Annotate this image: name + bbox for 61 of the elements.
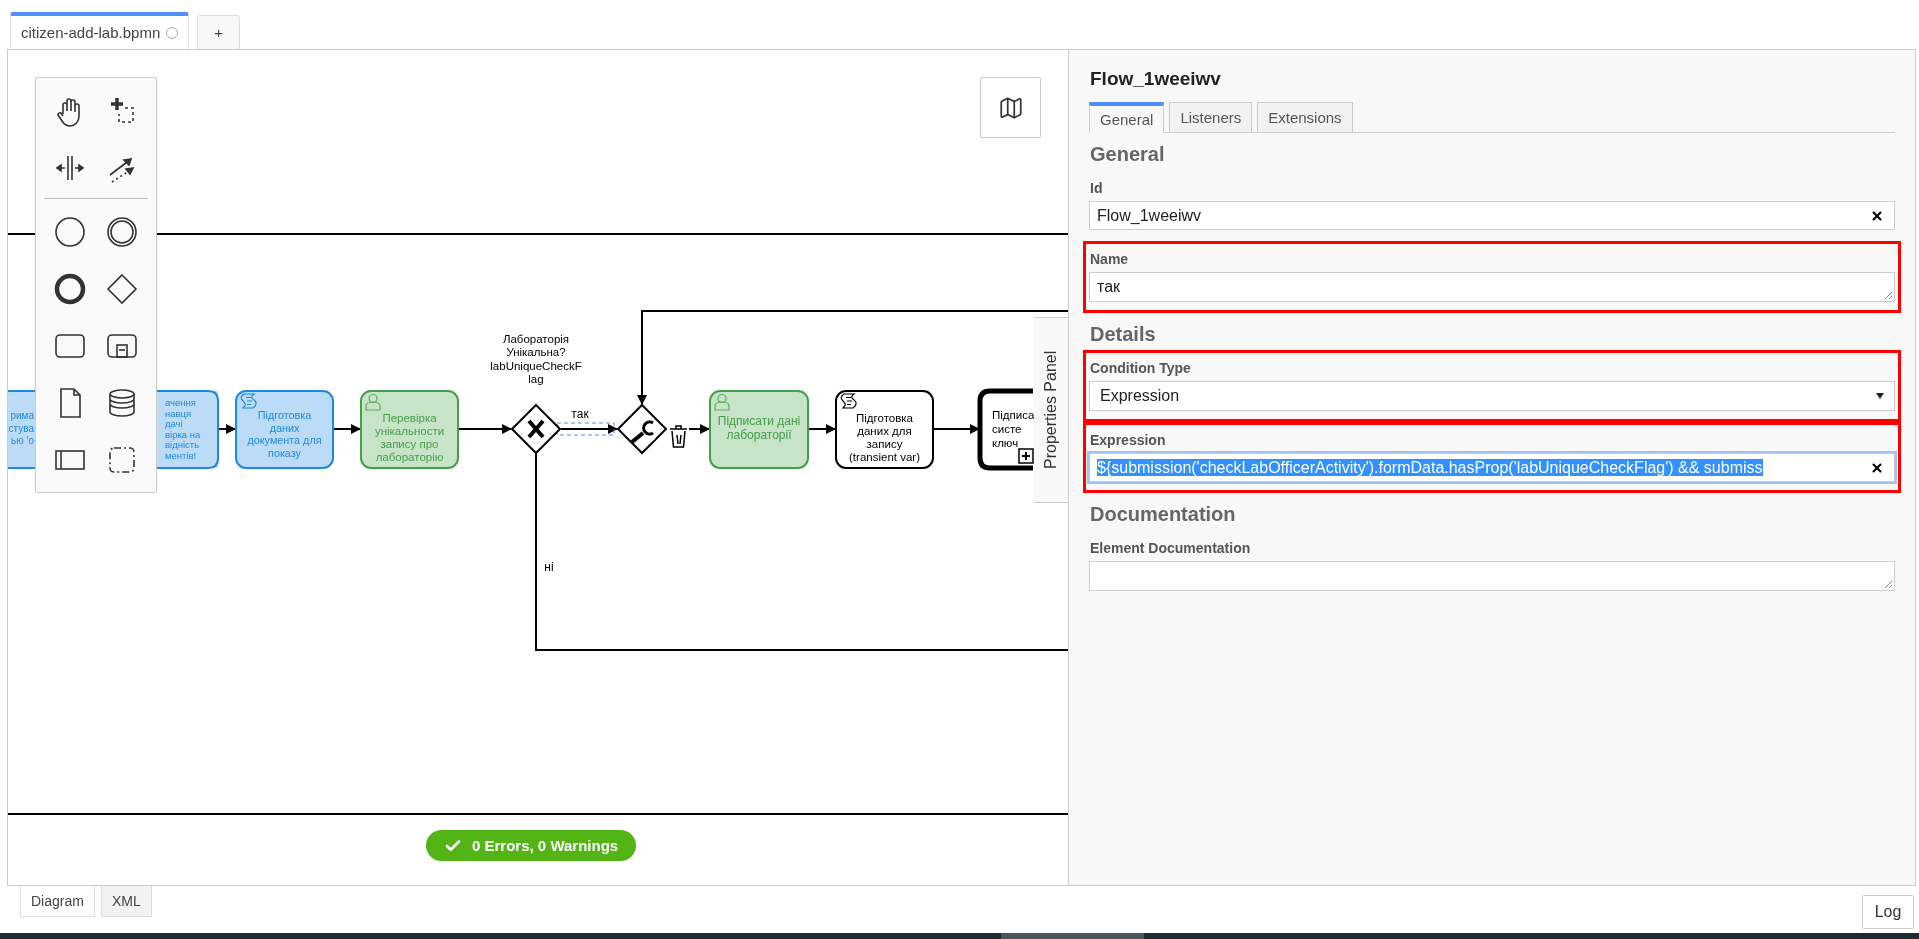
panel-tab[interactable]: Listeners xyxy=(1169,102,1253,133)
section-heading: Details xyxy=(1090,323,1157,346)
section-heading: Documentation xyxy=(1090,503,1237,526)
panel-tab[interactable]: General xyxy=(1089,102,1165,133)
task-label: Підписа систе ключ xyxy=(992,409,1035,450)
task-label: Перевірка унікальности запису про лабораторію xyxy=(374,412,445,464)
properties-panel-toggle[interactable]: Properties Panel xyxy=(1034,317,1068,503)
scrollbar[interactable] xyxy=(0,933,1919,939)
minimap-button[interactable] xyxy=(980,77,1041,138)
text-field[interactable]: Flow_1weeiwv xyxy=(1089,201,1895,230)
sequence-flow xyxy=(932,424,980,434)
script-icon xyxy=(240,393,257,409)
sequence-flow[interactable] xyxy=(560,424,618,434)
user-icon xyxy=(714,393,730,411)
task-shape[interactable] xyxy=(835,390,934,469)
gateway-label: Лабораторія Унікальна? labUniqueCheckF lag xyxy=(490,333,582,385)
flow-label: так xyxy=(571,407,589,421)
file-tab[interactable]: + xyxy=(197,15,240,50)
text-area[interactable]: так xyxy=(1089,272,1895,302)
view-tab[interactable]: XML xyxy=(100,886,152,917)
task-label: ачення навця дачі вірка на відність ментів! xyxy=(165,396,201,461)
sequence-flow xyxy=(217,424,236,434)
section-heading: General xyxy=(1090,143,1166,166)
gateway-shape[interactable] xyxy=(616,403,668,455)
gateway-icon[interactable] xyxy=(105,271,139,306)
task-label: Підписати дані лабораторії xyxy=(717,414,801,443)
flow-label: ні xyxy=(544,560,554,574)
field-label: Name xyxy=(1090,251,1130,267)
view-tab[interactable]: Diagram xyxy=(20,886,95,917)
panel-title: Flow_1weeiwv xyxy=(1090,68,1222,90)
task-label: Підготовка даних для запису (transient var) xyxy=(849,412,920,464)
resize-handle-icon[interactable] xyxy=(1884,580,1892,588)
log-button[interactable]: Log xyxy=(1862,895,1914,929)
user-icon xyxy=(365,393,381,411)
sequence-flow xyxy=(807,424,836,434)
field-label: Condition Type xyxy=(1090,360,1192,376)
panel-tab[interactable]: Extensions xyxy=(1257,102,1353,133)
intermediate-event-icon[interactable] xyxy=(105,214,139,249)
status-text: 0 Errors, 0 Warnings xyxy=(472,837,619,854)
start-event-icon[interactable] xyxy=(53,214,87,249)
field-label: Element Documentation xyxy=(1090,540,1252,556)
resize-handle-icon[interactable] xyxy=(1884,291,1892,299)
select-field[interactable]: Expression xyxy=(1089,381,1895,411)
file-tab[interactable]: citizen-add-lab.bpmn xyxy=(10,12,190,50)
collapsed-marker-icon xyxy=(1018,448,1034,464)
field-label: Expression xyxy=(1090,432,1167,448)
task-label: Підготовка даних документа для показу xyxy=(247,408,322,459)
task-shape[interactable] xyxy=(977,388,1033,471)
trash-icon[interactable] xyxy=(669,424,688,450)
clear-icon[interactable] xyxy=(1870,208,1884,223)
caret-icon xyxy=(1876,393,1884,399)
sequence-flow xyxy=(688,424,710,434)
exclusive-gateway[interactable] xyxy=(510,403,562,455)
clear-icon[interactable] xyxy=(1870,460,1884,475)
script-icon xyxy=(840,393,857,409)
sequence-flow xyxy=(332,424,361,434)
sequence-flow xyxy=(457,424,512,434)
field-label: Id xyxy=(1090,180,1104,196)
scrollbar-thumb[interactable] xyxy=(1001,933,1144,939)
end-event-icon[interactable] xyxy=(53,271,87,306)
selected-text: ${submission('checkLabOfficerActivity').formData.hasProp('labUniqueCheckFlag') && submiss xyxy=(1097,458,1763,476)
